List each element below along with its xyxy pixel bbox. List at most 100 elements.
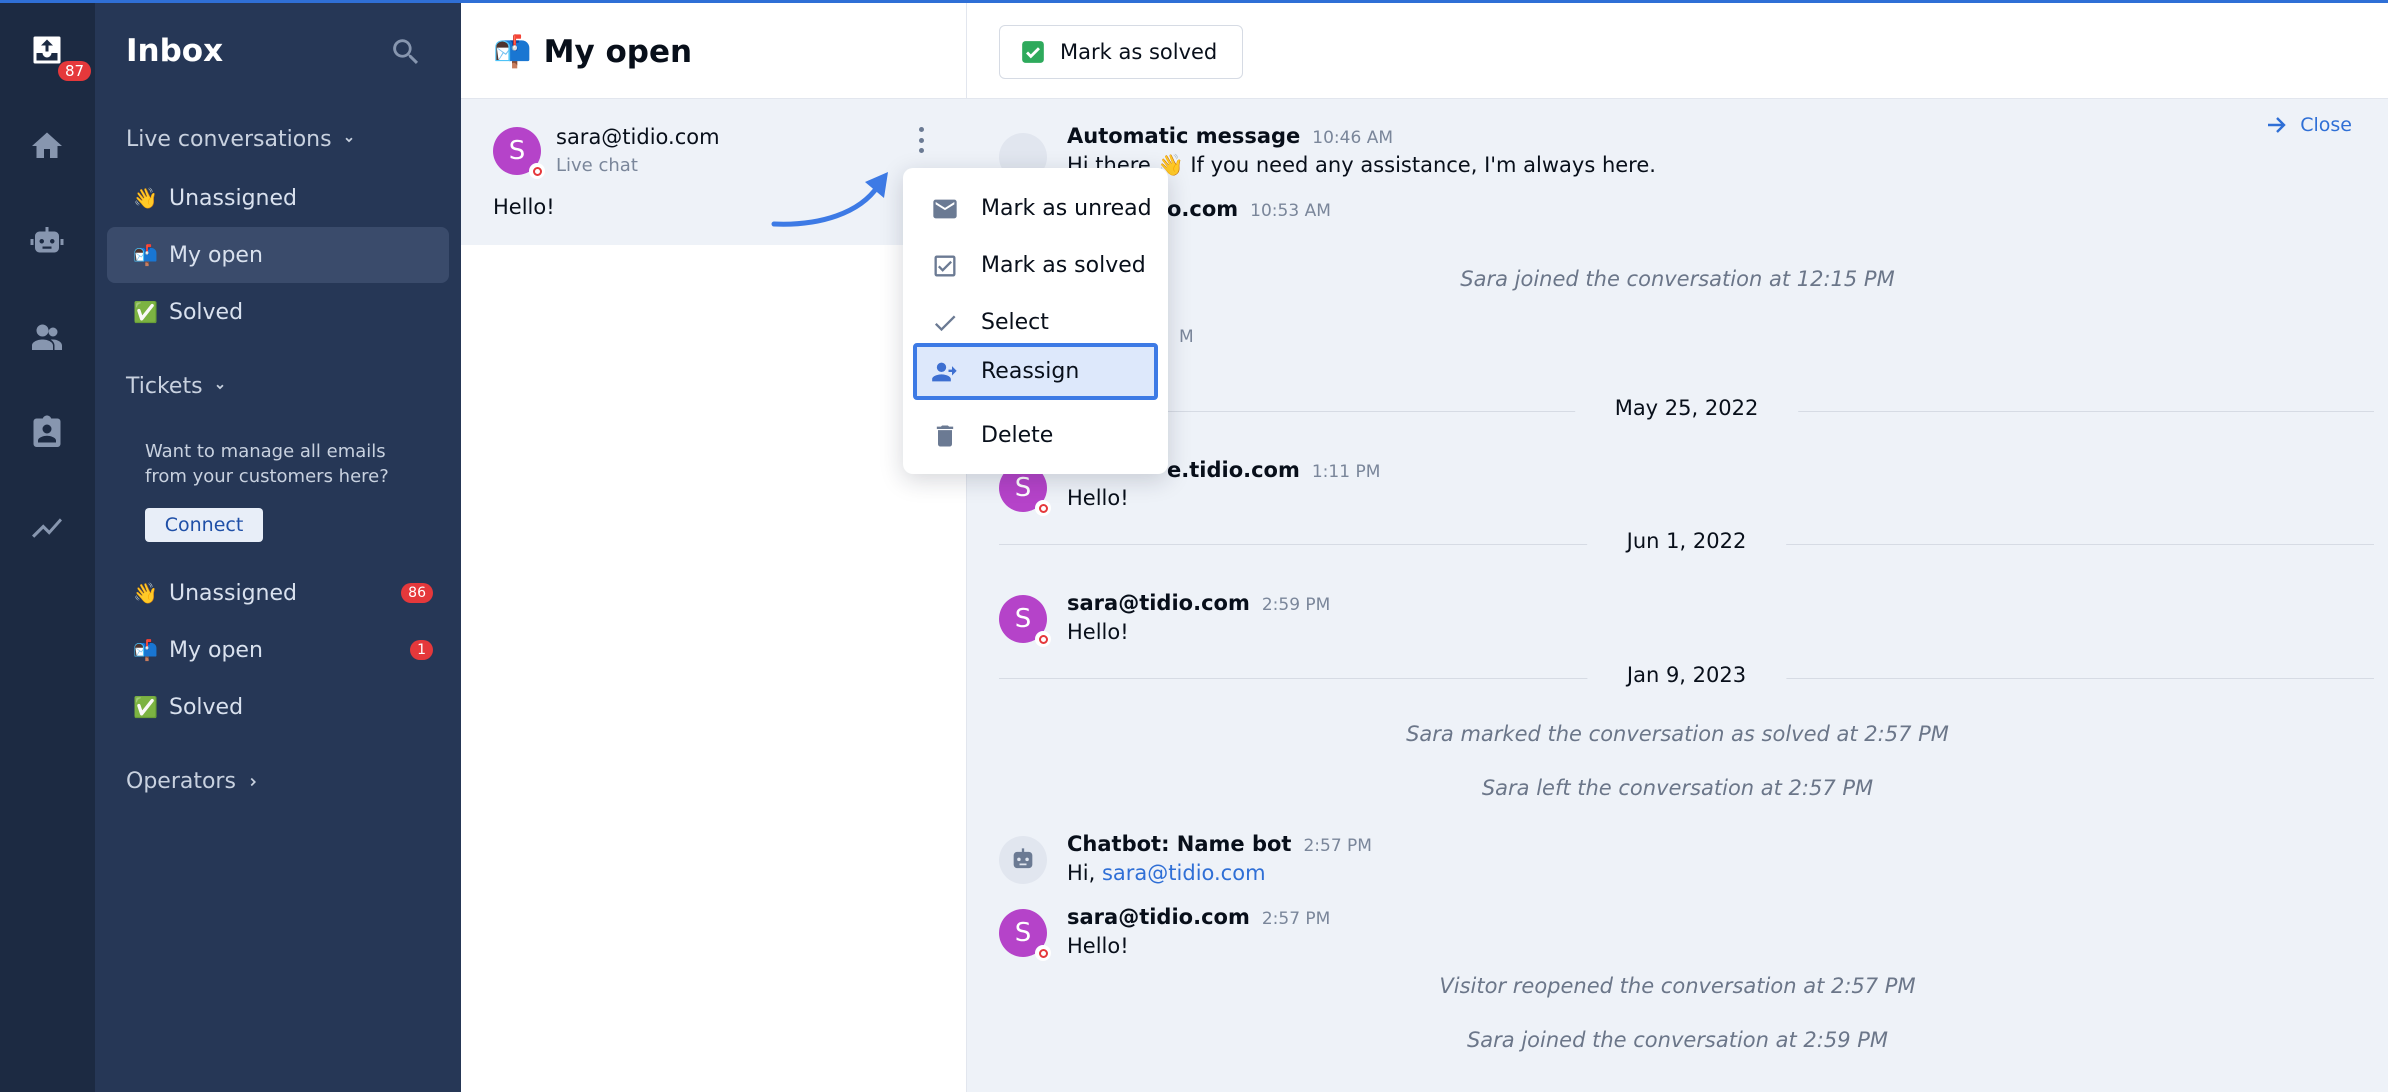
message-time: 10:46 AM <box>1312 128 1393 148</box>
chatbot-avatar <box>999 836 1047 884</box>
mailbox-icon: 📬 <box>133 638 158 662</box>
avatar-letter: S <box>1014 473 1032 503</box>
status-dot <box>1035 945 1051 961</box>
message-time: 10:53 AM <box>1250 201 1331 221</box>
message-time: 1:11 PM <box>1311 462 1381 482</box>
sidebar-item-tickets-solved[interactable]: ✅ Solved <box>107 679 449 735</box>
mark-as-solved-label: Mark as solved <box>1060 40 1218 64</box>
operators-toggle[interactable]: Operators <box>126 769 260 794</box>
message-prefix: Hi, <box>1067 861 1102 885</box>
menu-item-label: Select <box>981 310 1049 335</box>
menu-item-mark-as-solved[interactable]: Mark as solved <box>913 237 1158 294</box>
message-sender: Automatic message 10:46 AM <box>1067 124 1393 148</box>
menu-item-label: Delete <box>981 423 1054 448</box>
chevron-down-icon <box>216 384 224 389</box>
trash-icon <box>936 425 954 446</box>
tickets-toggle[interactable]: Tickets <box>126 374 227 399</box>
rail-analytics[interactable] <box>22 503 72 553</box>
mark-as-solved-button[interactable]: Mark as solved <box>999 25 1244 79</box>
rail-inbox[interactable]: 87 <box>22 25 92 81</box>
menu-item-label: Mark as solved <box>981 253 1146 278</box>
live-conversations-toggle[interactable]: Live conversations <box>126 127 356 152</box>
message-sender: sara@tidio.com 2:57 PM <box>1067 905 1330 929</box>
system-event: Visitor reopened the conversation at 2:5… <box>1439 974 1916 998</box>
bot-icon <box>30 227 64 253</box>
avatar: S <box>493 127 545 179</box>
sidebar-item-tickets-unassigned[interactable]: 👋 Unassigned 86 <box>107 565 449 621</box>
sidebar-item-live-unassigned[interactable]: 👋 Unassigned <box>107 170 449 226</box>
inbox-sidebar: Inbox Live conversations 👋 Unassigned 📬 … <box>95 3 461 1092</box>
menu-item-mark-as-unread[interactable]: Mark as unread <box>913 180 1158 237</box>
message-sender: Chatbot: Name bot 2:57 PM <box>1067 832 1372 856</box>
sender-name: o.com <box>1167 197 1239 221</box>
avatar: S <box>999 595 1051 647</box>
operators-label: Operators <box>126 769 236 794</box>
sidebar-item-label: Solved <box>169 299 244 325</box>
page-title: 📬 My open <box>493 33 692 71</box>
sidebar-item-label: Unassigned <box>169 580 297 606</box>
mailbox-icon: 📬 <box>493 34 532 70</box>
check-icon <box>934 315 956 331</box>
rail-tickets[interactable] <box>22 407 72 457</box>
kebab-dot <box>918 127 924 132</box>
sender-name: sara@tidio.com <box>1067 591 1250 615</box>
more-options-button[interactable] <box>909 125 933 155</box>
search-button[interactable] <box>389 35 423 69</box>
kebab-dot <box>918 137 924 143</box>
inbox-icon <box>33 36 61 64</box>
unassigned-count-badge: 86 <box>401 583 433 603</box>
conversation-preview: Hello! <box>493 195 555 219</box>
chat-toolbar: Mark as solved <box>967 3 2388 99</box>
live-conversations-label: Live conversations <box>126 127 332 152</box>
check-box-icon <box>934 255 956 276</box>
message-sender: o.com 10:53 AM <box>1167 197 1331 221</box>
rail-home[interactable] <box>22 121 72 171</box>
close-label: Close <box>2300 114 2352 136</box>
analytics-icon <box>32 518 62 538</box>
system-event: Sara left the conversation at 2:57 PM <box>1481 776 1874 800</box>
message-text: Hello! <box>1067 934 1129 958</box>
sidebar-item-live-solved[interactable]: ✅ Solved <box>107 284 449 340</box>
check-box-icon <box>1022 41 1044 63</box>
rail-bots[interactable] <box>22 217 72 267</box>
system-event: Sara joined the conversation at 12:15 PM <box>1460 267 1895 291</box>
status-dot <box>529 163 545 179</box>
close-button[interactable]: Close <box>2264 113 2352 137</box>
kebab-dot <box>918 148 924 153</box>
status-dot <box>1035 631 1051 647</box>
sender-name: Automatic message <box>1067 124 1301 148</box>
rail-contacts[interactable] <box>22 313 72 363</box>
sender-name: Chatbot: Name bot <box>1067 832 1292 856</box>
sidebar-item-live-my-open[interactable]: 📬 My open <box>107 227 449 283</box>
conversation-email: sara@tidio.com <box>556 125 720 149</box>
avatar-letter: S <box>508 136 526 166</box>
conversation-context-menu: Mark as unread Mark as solved Select Rea… <box>903 168 1168 474</box>
list-header: 📬 My open <box>461 3 967 99</box>
sidebar-item-label: My open <box>169 242 263 268</box>
avatar-letter: S <box>1014 604 1032 634</box>
bot-icon <box>1013 848 1033 869</box>
sender-name: sara@tidio.com <box>1067 905 1250 929</box>
my-open-count-badge: 1 <box>410 640 433 660</box>
app-window: 87 Inbox Live conversations 👋 Unassigned… <box>0 0 2388 1092</box>
contacts-icon <box>32 324 62 350</box>
date-separator: Jan 9, 2023 <box>999 663 2374 693</box>
date-separator: Jun 1, 2022 <box>999 529 2374 559</box>
reassign-icon <box>932 362 957 381</box>
search-icon <box>393 39 419 65</box>
inbox-badge: 87 <box>58 61 92 81</box>
conversation-channel: Live chat <box>556 155 638 176</box>
status-dot <box>1035 500 1051 516</box>
system-event: Sara joined the conversation at 2:59 PM <box>1466 1028 1889 1052</box>
sidebar-item-label: My open <box>169 637 263 663</box>
menu-item-reassign[interactable]: Reassign <box>913 343 1158 400</box>
message-sender: sara@tidio.com 2:59 PM <box>1067 591 1330 615</box>
pointer-arrow-icon <box>771 172 888 227</box>
message-time: 2:59 PM <box>1261 595 1331 615</box>
avatar-letter: S <box>1014 918 1032 948</box>
system-event: Sara marked the conversation as solved a… <box>1406 722 1949 746</box>
connect-button[interactable]: Connect <box>145 508 263 542</box>
email-link[interactable]: sara@tidio.com <box>1102 861 1266 885</box>
menu-item-delete[interactable]: Delete <box>913 407 1158 464</box>
sidebar-item-tickets-my-open[interactable]: 📬 My open 1 <box>107 622 449 678</box>
